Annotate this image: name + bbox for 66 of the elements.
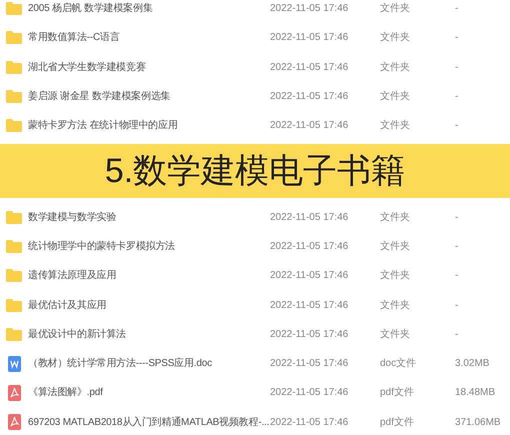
file-type: pdf文件 (380, 386, 415, 400)
file-name[interactable]: 遗传算法原理及应用 (28, 268, 270, 284)
file-name[interactable]: 统计物理学中的蒙特卡罗模拟方法 (28, 238, 270, 254)
folder-icon (6, 240, 22, 253)
modified-date: 2022-11-05 17:46 (270, 119, 350, 134)
file-type: 文件夹 (380, 268, 411, 284)
folder-icon (6, 269, 22, 282)
file-name[interactable]: 姜启源 谢金星 数学建模案例选集 (28, 89, 270, 104)
file-name[interactable]: 蒙特卡罗方法 在统计物理中的应用 (28, 118, 270, 134)
folder-icon (6, 210, 22, 224)
file-type: 文件夹 (380, 60, 411, 75)
file-type: 文件夹 (380, 210, 411, 225)
modified-date: 2022-11-05 17:46 (270, 90, 350, 104)
folder-icon (6, 60, 22, 74)
pdf-document-icon (8, 414, 20, 430)
modified-date: 2022-11-05 17:46 (270, 386, 350, 400)
file-size: 18.48MB (455, 386, 496, 400)
modified-date: 2022-11-05 17:46 (270, 328, 350, 342)
file-size: - (455, 298, 458, 313)
banner-title: 5.数学建模电子书籍 (104, 150, 406, 192)
file-size: - (455, 2, 458, 16)
word-document-icon (8, 356, 20, 372)
modified-date: 2022-11-05 17:46 (270, 210, 350, 225)
file-name[interactable]: 《算法图解》.pdf (28, 385, 270, 400)
file-size: 371.06MB (455, 416, 501, 430)
file-size: - (455, 60, 458, 75)
file-type: doc文件 (380, 356, 418, 372)
modified-date: 2022-11-05 17:46 (270, 416, 350, 430)
file-name[interactable]: 常用数值算法--C语言 (28, 30, 270, 46)
file-type: 文件夹 (380, 90, 411, 104)
file-name[interactable]: （教材）统计学常用方法----SPSS应用.doc (28, 356, 270, 372)
modified-date: 2022-11-05 17:46 (270, 357, 350, 372)
file-type: pdf文件 (380, 416, 415, 430)
file-size: - (455, 210, 458, 225)
folder-icon (6, 90, 22, 104)
file-name[interactable]: 最优设计中的新计算法 (28, 326, 270, 342)
file-type: 文件夹 (380, 118, 411, 134)
file-name[interactable]: 2005 杨启帆 数学建模案例集 (28, 1, 270, 16)
file-type: 文件夹 (380, 30, 411, 46)
file-size: - (455, 328, 458, 342)
file-name[interactable]: 最优估计及其应用 (28, 298, 270, 313)
file-size: - (455, 269, 458, 284)
modified-date: 2022-11-05 17:46 (270, 269, 350, 284)
file-type: 文件夹 (380, 2, 411, 16)
file-size: - (455, 31, 458, 46)
modified-date: 2022-11-05 17:46 (270, 240, 350, 254)
file-size: - (455, 240, 458, 254)
folder-icon (6, 2, 22, 16)
file-name[interactable]: 湖北省大学生数学建模竞赛 (28, 60, 270, 75)
file-type: 文件夹 (380, 298, 411, 313)
file-size: - (455, 90, 458, 104)
pdf-document-icon (8, 384, 20, 401)
modified-date: 2022-11-05 17:46 (270, 298, 350, 313)
folder-icon (6, 119, 22, 132)
modified-date: 2022-11-05 17:46 (270, 60, 350, 75)
file-size: - (455, 119, 458, 134)
file-type: 文件夹 (380, 328, 411, 342)
file-name[interactable]: 数学建模与数学实验 (28, 210, 270, 225)
folder-icon (6, 298, 22, 312)
modified-date: 2022-11-05 17:46 (270, 2, 350, 16)
modified-date: 2022-11-05 17:46 (270, 31, 350, 46)
file-name[interactable]: 697203 MATLAB2018从入门到精通MATLAB视频教程-... (28, 414, 270, 430)
file-size: 3.02MB (455, 357, 490, 372)
folder-icon (6, 31, 22, 44)
folder-icon (6, 328, 22, 341)
file-type: 文件夹 (380, 240, 411, 254)
